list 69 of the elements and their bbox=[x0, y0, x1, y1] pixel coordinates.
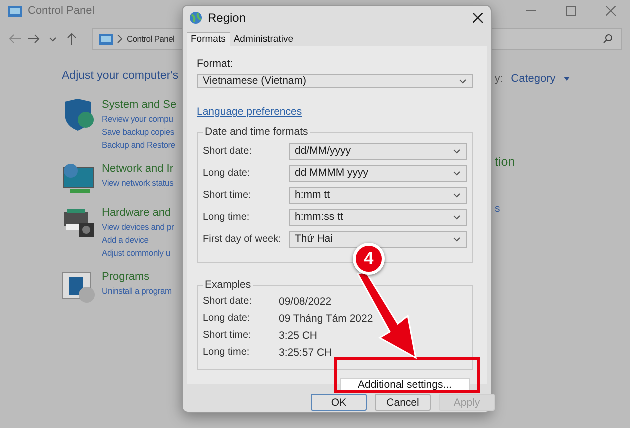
example-label: Short time: bbox=[203, 330, 252, 341]
close-icon[interactable] bbox=[473, 13, 483, 23]
dialog-button[interactable]: Cancel bbox=[375, 394, 431, 411]
page-heading: Adjust your computer's bbox=[62, 70, 179, 82]
tab[interactable]: Formats bbox=[187, 32, 230, 46]
minimize-icon[interactable] bbox=[526, 10, 536, 12]
printer-icon bbox=[62, 206, 96, 240]
chevron-down-icon bbox=[453, 170, 461, 176]
category-title[interactable]: System and Se bbox=[102, 98, 177, 113]
language-preferences-link[interactable]: Language preferences bbox=[197, 106, 473, 118]
control-panel-icon bbox=[8, 6, 22, 16]
format-label: Format: bbox=[197, 58, 234, 70]
format-dropdown[interactable]: Vietnamese (Vietnam) bbox=[197, 74, 473, 88]
chevron-down-icon bbox=[453, 214, 461, 220]
format-dropdown[interactable]: h:mm tt bbox=[289, 186, 467, 204]
category-link[interactable]: Backup and Restore bbox=[102, 139, 177, 152]
category-link[interactable]: View network status bbox=[102, 177, 174, 190]
field-label: Short date: bbox=[203, 146, 253, 156]
back-arrow-icon[interactable] bbox=[8, 32, 22, 46]
shield-icon bbox=[62, 98, 96, 132]
example-label: Short date: bbox=[203, 296, 253, 307]
chevron-down-icon bbox=[453, 148, 461, 154]
group-title: Examples bbox=[203, 279, 254, 291]
chevron-down-icon bbox=[453, 236, 461, 242]
category-link[interactable]: View devices and pr bbox=[102, 221, 174, 234]
control-panel-icon bbox=[99, 34, 113, 44]
category-title[interactable]: Programs bbox=[102, 270, 172, 285]
example-label: Long date: bbox=[203, 313, 252, 324]
category-title[interactable]: Network and Ir bbox=[102, 162, 174, 177]
category-link[interactable]: s bbox=[495, 203, 570, 215]
field-label: First day of week: bbox=[203, 234, 282, 244]
program-window-icon bbox=[62, 270, 96, 304]
example-value: 09 Tháng Tám 2022 bbox=[279, 312, 374, 324]
up-arrow-icon[interactable] bbox=[65, 32, 79, 46]
field-label: Short time: bbox=[203, 190, 252, 200]
dialog-title: Region bbox=[208, 11, 246, 25]
field-label: Long date: bbox=[203, 168, 252, 178]
field-label: Long time: bbox=[203, 212, 251, 222]
chevron-down-icon bbox=[453, 192, 461, 198]
forward-arrow-icon[interactable] bbox=[27, 32, 41, 46]
category-title[interactable]: tion bbox=[495, 155, 570, 169]
example-value: 3:25 CH bbox=[279, 330, 318, 342]
chevron-down-icon bbox=[459, 78, 467, 84]
dialog-button[interactable]: OK bbox=[311, 394, 367, 411]
breadcrumb[interactable]: Control Panel bbox=[127, 34, 175, 44]
example-value: 3:25:57 CH bbox=[279, 346, 332, 358]
search-icon[interactable] bbox=[603, 34, 613, 44]
format-dropdown[interactable]: dd MMMM yyyy bbox=[289, 164, 467, 182]
caret-down-icon bbox=[564, 76, 570, 80]
category-link[interactable]: Adjust commonly u bbox=[102, 247, 174, 260]
category-title[interactable]: Hardware and bbox=[102, 206, 174, 221]
category-link[interactable]: Uninstall a program bbox=[102, 285, 172, 298]
network-icon bbox=[62, 162, 96, 196]
example-label: Long time: bbox=[203, 347, 251, 358]
format-dropdown[interactable]: h:mm:ss tt bbox=[289, 208, 467, 226]
maximize-icon[interactable] bbox=[566, 6, 576, 16]
format-dropdown[interactable]: Thứ Hai bbox=[289, 230, 467, 248]
window-title: Control Panel bbox=[28, 5, 95, 17]
chevron-right-icon bbox=[117, 35, 123, 43]
category-link[interactable]: Add a device bbox=[102, 234, 174, 247]
tab[interactable]: Administrative bbox=[230, 32, 298, 46]
view-by-label: y: bbox=[495, 72, 504, 84]
globe-icon bbox=[189, 11, 203, 25]
format-dropdown[interactable]: dd/MM/yyyy bbox=[289, 142, 467, 160]
group-title: Date and time formats bbox=[203, 126, 310, 138]
view-by-dropdown[interactable]: Category bbox=[511, 72, 556, 84]
category-link[interactable]: Review your compu bbox=[102, 113, 177, 126]
category-link[interactable]: Save backup copies bbox=[102, 126, 177, 139]
example-value: 09/08/2022 bbox=[279, 296, 332, 308]
